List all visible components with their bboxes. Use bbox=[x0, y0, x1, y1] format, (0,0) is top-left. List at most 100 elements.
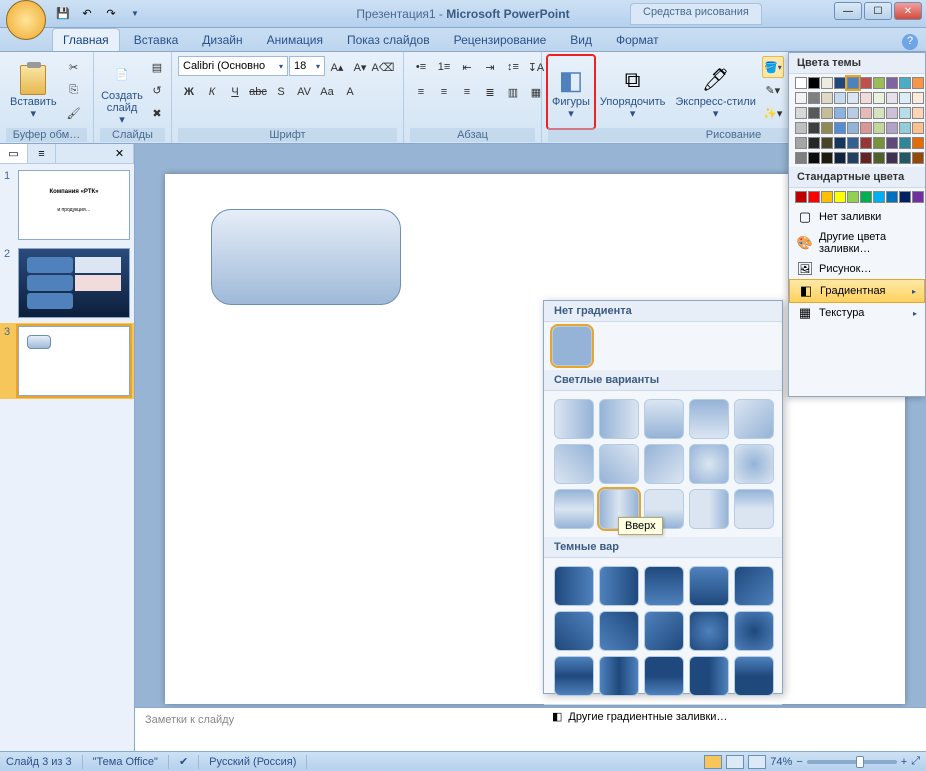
color-swatch[interactable] bbox=[886, 191, 898, 203]
color-swatch[interactable] bbox=[886, 122, 898, 134]
gradient-swatch[interactable] bbox=[734, 611, 774, 651]
color-swatch[interactable] bbox=[899, 152, 911, 164]
color-swatch[interactable] bbox=[873, 77, 885, 89]
qat-redo[interactable]: ↷ bbox=[100, 3, 122, 25]
gradient-swatch[interactable] bbox=[689, 489, 729, 529]
zoom-slider[interactable] bbox=[807, 760, 897, 764]
notes-pane[interactable]: Заметки к слайду bbox=[135, 707, 926, 751]
font-size-combo[interactable]: 18▾ bbox=[289, 56, 325, 76]
color-swatch[interactable] bbox=[860, 152, 872, 164]
picture-fill-item[interactable]: 🖼Рисунок… bbox=[789, 258, 925, 280]
color-swatch[interactable] bbox=[899, 137, 911, 149]
reset-button[interactable]: ↺ bbox=[146, 79, 168, 101]
indent-dec-button[interactable]: ⇤ bbox=[456, 56, 478, 78]
color-swatch[interactable] bbox=[860, 77, 872, 89]
copy-button[interactable]: ⎘ bbox=[63, 79, 85, 101]
color-swatch[interactable] bbox=[821, 107, 833, 119]
delete-slide-button[interactable]: ✖ bbox=[146, 102, 168, 124]
indent-inc-button[interactable]: ⇥ bbox=[479, 56, 501, 78]
change-case-button[interactable]: Aa bbox=[316, 81, 338, 103]
maximize-button[interactable]: ☐ bbox=[864, 2, 892, 20]
ribbon-tab-вставка[interactable]: Вставка bbox=[124, 29, 189, 51]
ribbon-tab-главная[interactable]: Главная bbox=[52, 28, 120, 51]
outline-tab[interactable]: ≡ bbox=[28, 144, 56, 163]
close-pane-button[interactable]: ✕ bbox=[106, 144, 134, 163]
qat-customize[interactable]: ▼ bbox=[124, 3, 146, 25]
gradient-swatch[interactable] bbox=[689, 566, 729, 606]
line-spacing-button[interactable]: ↕≡ bbox=[502, 56, 524, 78]
color-swatch[interactable] bbox=[808, 92, 820, 104]
font-family-combo[interactable]: Calibri (Основно▾ bbox=[178, 56, 288, 76]
minimize-button[interactable]: — bbox=[834, 2, 862, 20]
color-swatch[interactable] bbox=[886, 77, 898, 89]
gradient-swatch[interactable] bbox=[734, 399, 774, 439]
color-swatch[interactable] bbox=[834, 122, 846, 134]
gradient-swatch[interactable] bbox=[554, 656, 594, 696]
color-swatch[interactable] bbox=[873, 122, 885, 134]
bullets-button[interactable]: •≡ bbox=[410, 56, 432, 78]
gradient-swatch[interactable] bbox=[734, 444, 774, 484]
gradient-swatch[interactable] bbox=[554, 489, 594, 529]
color-swatch[interactable] bbox=[821, 122, 833, 134]
shape-effects-button[interactable]: ✨▾ bbox=[762, 102, 784, 124]
color-swatch[interactable] bbox=[873, 92, 885, 104]
color-swatch[interactable] bbox=[808, 137, 820, 149]
gradient-swatch[interactable] bbox=[599, 399, 639, 439]
gradient-swatch[interactable] bbox=[599, 444, 639, 484]
gradient-swatch[interactable] bbox=[644, 399, 684, 439]
color-swatch[interactable] bbox=[821, 137, 833, 149]
gradient-swatch[interactable] bbox=[554, 399, 594, 439]
color-swatch[interactable] bbox=[873, 152, 885, 164]
gradient-swatch[interactable] bbox=[689, 656, 729, 696]
color-swatch[interactable] bbox=[847, 107, 859, 119]
shrink-font-button[interactable]: A▾ bbox=[349, 56, 371, 78]
color-swatch[interactable] bbox=[834, 191, 846, 203]
align-right-button[interactable]: ≡ bbox=[456, 81, 478, 103]
color-swatch[interactable] bbox=[808, 107, 820, 119]
color-swatch[interactable] bbox=[795, 191, 807, 203]
color-swatch[interactable] bbox=[821, 191, 833, 203]
gradient-swatch[interactable] bbox=[554, 444, 594, 484]
underline-button[interactable]: Ч bbox=[224, 81, 246, 103]
color-swatch[interactable] bbox=[899, 92, 911, 104]
qat-save[interactable]: 💾 bbox=[52, 3, 74, 25]
contextual-tab-drawing-tools[interactable]: Средства рисования bbox=[630, 3, 762, 25]
color-swatch[interactable] bbox=[808, 122, 820, 134]
color-swatch[interactable] bbox=[860, 122, 872, 134]
color-swatch[interactable] bbox=[847, 191, 859, 203]
more-fill-colors-item[interactable]: 🎨Другие цвета заливки… bbox=[789, 228, 925, 258]
color-swatch[interactable] bbox=[912, 122, 924, 134]
ribbon-tab-формат[interactable]: Формат bbox=[606, 29, 669, 51]
color-swatch[interactable] bbox=[912, 137, 924, 149]
normal-view-button[interactable] bbox=[704, 755, 722, 769]
color-swatch[interactable] bbox=[847, 152, 859, 164]
color-swatch[interactable] bbox=[795, 122, 807, 134]
arrange-button[interactable]: ⧉ Упорядочить▾ bbox=[596, 56, 669, 128]
color-swatch[interactable] bbox=[899, 122, 911, 134]
strike-button[interactable]: abc bbox=[247, 81, 269, 103]
zoom-level[interactable]: 74% bbox=[770, 756, 792, 768]
gradient-swatch[interactable] bbox=[599, 566, 639, 606]
color-swatch[interactable] bbox=[886, 137, 898, 149]
gradient-swatch[interactable] bbox=[734, 566, 774, 606]
slide-thumb-1[interactable]: Компания «РТК» и продукция… bbox=[18, 170, 130, 240]
ribbon-tab-дизайн[interactable]: Дизайн bbox=[192, 29, 252, 51]
numbering-button[interactable]: 1≡ bbox=[433, 56, 455, 78]
gradient-swatch[interactable] bbox=[554, 566, 594, 606]
gradient-swatch[interactable] bbox=[554, 611, 594, 651]
color-swatch[interactable] bbox=[821, 92, 833, 104]
color-swatch[interactable] bbox=[873, 191, 885, 203]
zoom-out-button[interactable]: − bbox=[796, 756, 802, 768]
gradient-swatch[interactable] bbox=[644, 444, 684, 484]
gradient-swatch[interactable] bbox=[689, 444, 729, 484]
qat-undo[interactable]: ↶ bbox=[76, 3, 98, 25]
gradient-swatch[interactable] bbox=[734, 656, 774, 696]
color-swatch[interactable] bbox=[834, 77, 846, 89]
color-swatch[interactable] bbox=[821, 77, 833, 89]
slide-thumb-2[interactable] bbox=[18, 248, 130, 318]
color-swatch[interactable] bbox=[847, 77, 859, 89]
color-swatch[interactable] bbox=[899, 77, 911, 89]
color-swatch[interactable] bbox=[886, 92, 898, 104]
ribbon-tab-рецензирование[interactable]: Рецензирование bbox=[444, 29, 557, 51]
layout-button[interactable]: ▤ bbox=[146, 56, 168, 78]
